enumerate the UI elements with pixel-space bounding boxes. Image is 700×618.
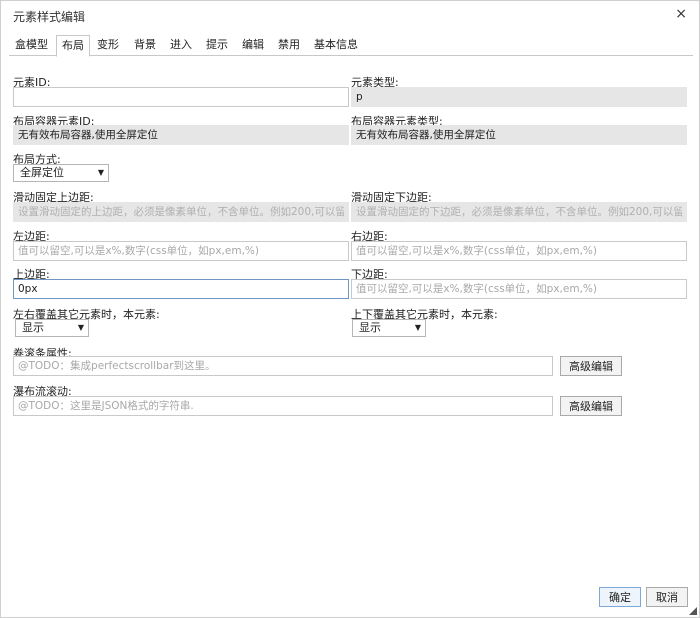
tab-hint[interactable]: 提示 <box>206 35 228 56</box>
waterfall-input[interactable] <box>13 396 553 416</box>
scrollbar-advanced-button[interactable]: 高级编辑 <box>560 356 622 376</box>
tab-layout[interactable]: 布局 <box>56 35 90 57</box>
dialog-title: 元素样式编辑 <box>13 10 86 24</box>
lr-overlay-value: 显示 <box>22 321 44 334</box>
cancel-button[interactable]: 取消 <box>646 587 688 607</box>
tb-overlay-select[interactable]: 显示 ▼ <box>352 319 426 337</box>
tab-bar: 盒模型 布局 变形 背景 进入 提示 编辑 禁用 基本信息 <box>9 35 693 57</box>
scroll-bottom-input[interactable] <box>351 202 687 222</box>
ok-button[interactable]: 确定 <box>599 587 641 607</box>
chevron-down-icon: ▼ <box>77 323 84 332</box>
tab-disable[interactable]: 禁用 <box>278 35 300 56</box>
tb-overlay-value: 显示 <box>359 321 381 334</box>
tab-basic-info[interactable]: 基本信息 <box>314 35 358 56</box>
layout-mode-value: 全屏定位 <box>20 166 64 179</box>
scrollbar-input[interactable] <box>13 356 553 376</box>
chevron-down-icon: ▼ <box>97 168 104 177</box>
top-margin-input[interactable] <box>13 279 349 299</box>
chevron-down-icon: ▼ <box>414 323 421 332</box>
bottom-margin-input[interactable] <box>351 279 687 299</box>
tab-transform[interactable]: 变形 <box>97 35 119 56</box>
layout-mode-select[interactable]: 全屏定位 ▼ <box>13 164 109 182</box>
dialog-titlebar: 元素样式编辑 × <box>1 1 699 31</box>
scroll-top-input[interactable] <box>13 202 349 222</box>
resize-grip-icon[interactable] <box>689 607 697 615</box>
style-editor-dialog: 元素样式编辑 × 盒模型 布局 变形 背景 进入 提示 编辑 禁用 基本信息 元… <box>0 0 700 618</box>
tab-box-model[interactable]: 盒模型 <box>15 35 48 56</box>
tab-enter[interactable]: 进入 <box>170 35 192 56</box>
waterfall-advanced-button[interactable]: 高级编辑 <box>560 396 622 416</box>
lr-overlay-select[interactable]: 显示 ▼ <box>15 319 89 337</box>
tab-edit[interactable]: 编辑 <box>242 35 264 56</box>
right-margin-input[interactable] <box>351 241 687 261</box>
tab-background[interactable]: 背景 <box>134 35 156 56</box>
container-type-field: 无有效布局容器,使用全屏定位 <box>351 125 687 145</box>
left-margin-input[interactable] <box>13 241 349 261</box>
element-type-field: p <box>351 87 687 107</box>
container-id-field: 无有效布局容器,使用全屏定位 <box>13 125 349 145</box>
close-icon[interactable]: × <box>675 6 687 22</box>
element-id-input[interactable] <box>13 87 349 107</box>
